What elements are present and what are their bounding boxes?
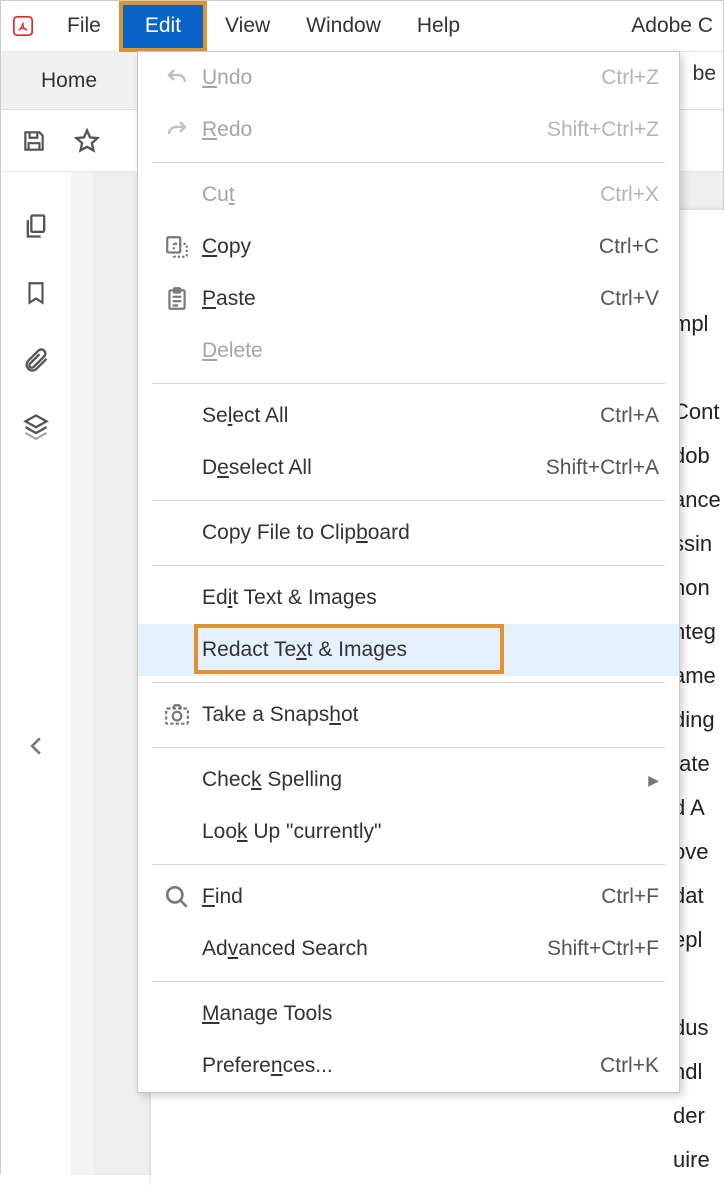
search-icon xyxy=(152,884,202,910)
bookmark-panel-icon[interactable] xyxy=(23,278,49,308)
menu-manage_tools[interactable]: Manage Tools xyxy=(138,988,679,1040)
menu-deselect_all[interactable]: Deselect AllShift+Ctrl+A xyxy=(138,442,679,494)
copy-icon xyxy=(152,234,202,260)
menubar: File Edit View Window Help Adobe C xyxy=(1,1,723,52)
menu-redact[interactable]: Redact Text & Images xyxy=(138,624,679,676)
save-icon[interactable] xyxy=(21,128,47,154)
menu-select_all[interactable]: Select AllCtrl+A xyxy=(138,390,679,442)
menu-edit_ti[interactable]: Edit Text & Images xyxy=(138,572,679,624)
menu-snapshot[interactable]: Take a Snapshot xyxy=(138,689,679,741)
acrobat-app-icon xyxy=(11,14,35,38)
menu-adv_search[interactable]: Advanced SearchShift+Ctrl+F xyxy=(138,923,679,975)
menu-redo: RedoShift+Ctrl+Z xyxy=(138,104,679,156)
menu-file[interactable]: File xyxy=(49,1,119,51)
menu-separator xyxy=(152,747,665,748)
menu-label-cut: Cut xyxy=(202,183,600,207)
menu-separator xyxy=(152,682,665,683)
menu-label-edit_ti: Edit Text & Images xyxy=(202,586,659,610)
left-sidepanel xyxy=(1,172,71,1175)
submenu-arrow-icon: ▶ xyxy=(648,772,659,789)
pages-panel-icon[interactable] xyxy=(22,212,50,240)
menu-shortcut-copy: Ctrl+C xyxy=(599,235,659,259)
menu-shortcut-select_all: Ctrl+A xyxy=(600,404,659,428)
menu-label-delete: Delete xyxy=(202,339,659,363)
menu-window[interactable]: Window xyxy=(288,1,399,51)
menu-separator xyxy=(152,162,665,163)
menu-shortcut-paste: Ctrl+V xyxy=(600,287,659,311)
partial-text-be: be xyxy=(693,62,716,86)
home-tab[interactable]: Home xyxy=(1,52,138,109)
menu-shortcut-prefs: Ctrl+K xyxy=(600,1054,659,1078)
menu-shortcut-deselect_all: Shift+Ctrl+A xyxy=(546,456,659,480)
menu-separator xyxy=(152,864,665,865)
menu-label-copy: Copy xyxy=(202,235,599,259)
menu-edit[interactable]: Edit xyxy=(119,1,207,52)
menubar-right-text[interactable]: Adobe C xyxy=(631,14,713,38)
menu-label-deselect_all: Deselect All xyxy=(202,456,546,480)
scroll-gutter[interactable] xyxy=(71,172,93,1175)
menu-shortcut-adv_search: Shift+Ctrl+F xyxy=(547,937,659,961)
menu-undo: UndoCtrl+Z xyxy=(138,52,679,104)
menu-label-manage_tools: Manage Tools xyxy=(202,1002,659,1026)
menu-label-spelling: Check Spelling xyxy=(202,768,638,792)
menu-view[interactable]: View xyxy=(207,1,288,51)
menu-separator xyxy=(152,500,665,501)
menu-label-paste: Paste xyxy=(202,287,600,311)
menu-label-adv_search: Advanced Search xyxy=(202,937,547,961)
menu-help[interactable]: Help xyxy=(399,1,478,51)
menu-copy_file[interactable]: Copy File to Clipboard xyxy=(138,507,679,559)
attachments-panel-icon[interactable] xyxy=(22,346,50,374)
menu-copy[interactable]: CopyCtrl+C xyxy=(138,221,679,273)
star-icon[interactable] xyxy=(73,127,101,155)
menu-shortcut-undo: Ctrl+Z xyxy=(601,66,659,90)
collapse-panel-caret-icon[interactable] xyxy=(29,737,43,755)
menu-label-prefs: Preferences... xyxy=(202,1054,600,1078)
menu-shortcut-redo: Shift+Ctrl+Z xyxy=(547,118,659,142)
menu-separator xyxy=(152,565,665,566)
paste-icon xyxy=(152,285,202,313)
undo-icon xyxy=(152,66,202,90)
menu-lookup[interactable]: Look Up "currently" xyxy=(138,806,679,858)
menu-shortcut-find: Ctrl+F xyxy=(601,885,659,909)
menu-separator xyxy=(152,981,665,982)
menu-label-copy_file: Copy File to Clipboard xyxy=(202,521,659,545)
menu-separator xyxy=(152,383,665,384)
menu-delete: Delete xyxy=(138,325,679,377)
menu-label-select_all: Select All xyxy=(202,404,600,428)
redo-icon xyxy=(152,118,202,142)
menu-spelling[interactable]: Check Spelling ▶ xyxy=(138,754,679,806)
document-visible-text: mpl Cont dob ance ssin non nteg ame ding… xyxy=(673,302,723,1182)
layers-panel-icon[interactable] xyxy=(22,412,50,440)
menu-find[interactable]: FindCtrl+F xyxy=(138,871,679,923)
menu-label-lookup: Look Up "currently" xyxy=(202,820,659,844)
menu-shortcut-cut: Ctrl+X xyxy=(600,183,659,207)
camera-icon xyxy=(152,702,202,728)
menu-cut: CutCtrl+X xyxy=(138,169,679,221)
menu-label-redact: Redact Text & Images xyxy=(202,638,659,662)
edit-dropdown-menu: UndoCtrl+ZRedoShift+Ctrl+ZCutCtrl+XCopyC… xyxy=(137,51,680,1093)
menu-label-redo: Redo xyxy=(202,118,547,142)
menu-label-snapshot: Take a Snapshot xyxy=(202,703,659,727)
menu-label-undo: Undo xyxy=(202,66,601,90)
menu-paste[interactable]: PasteCtrl+V xyxy=(138,273,679,325)
menu-label-find: Find xyxy=(202,885,601,909)
menu-prefs[interactable]: Preferences...Ctrl+K xyxy=(138,1040,679,1092)
